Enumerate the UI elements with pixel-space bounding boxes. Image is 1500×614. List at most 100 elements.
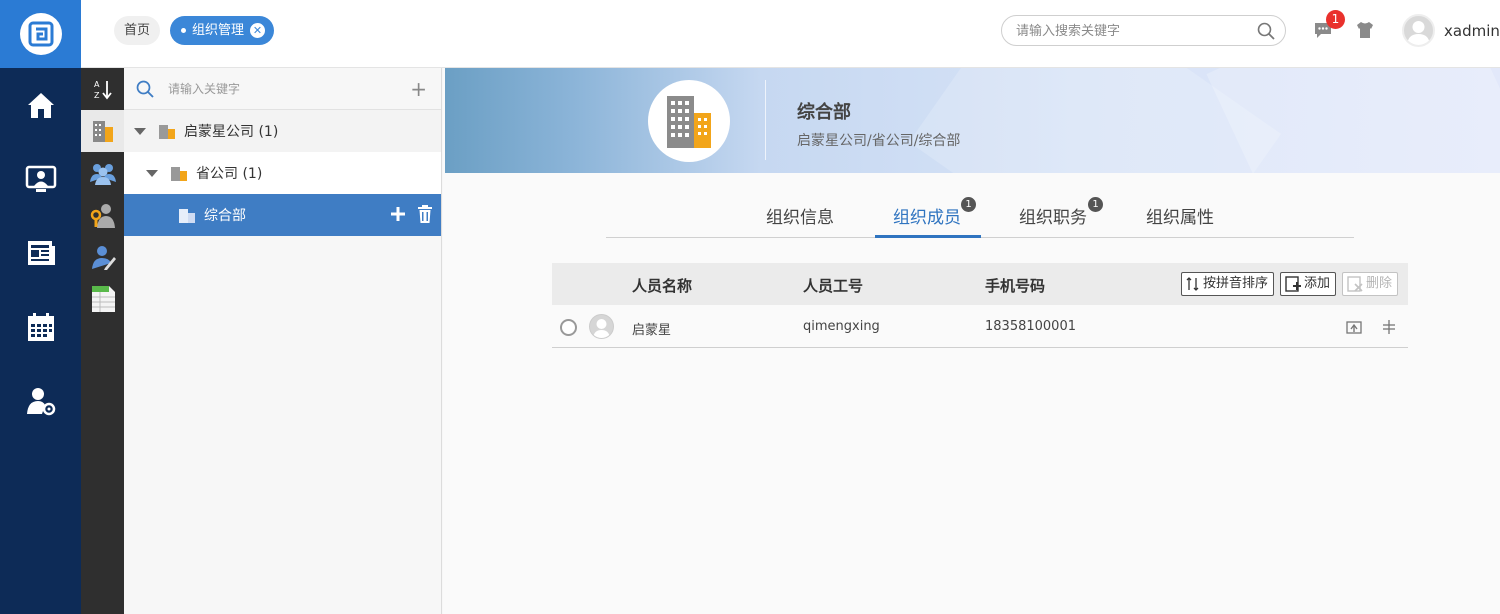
tab-org-members[interactable]: 组织成员 bbox=[893, 203, 961, 228]
tab-home[interactable]: 首页 bbox=[114, 16, 161, 45]
add-icon bbox=[1285, 276, 1301, 292]
sort-az-tool[interactable]: AZ bbox=[81, 68, 124, 110]
tree-node-label: 综合部 bbox=[204, 208, 246, 224]
tree-node-province[interactable]: 省公司 (1) bbox=[124, 152, 441, 194]
nav-news[interactable] bbox=[0, 216, 81, 290]
building-icon bbox=[179, 209, 195, 223]
active-tab-underline bbox=[875, 235, 981, 238]
group-tool[interactable] bbox=[81, 152, 124, 194]
user-edit-tool[interactable] bbox=[81, 236, 124, 278]
building-icon bbox=[92, 121, 113, 142]
nav-user-settings[interactable] bbox=[0, 364, 81, 438]
message-badge: 1 bbox=[1326, 10, 1345, 29]
nav-home[interactable] bbox=[0, 68, 81, 142]
close-icon[interactable]: ✕ bbox=[250, 23, 266, 38]
org-banner: 综合部 启蒙星公司/省公司/综合部 bbox=[445, 68, 1500, 173]
tree-search-box: + bbox=[124, 68, 441, 110]
move-up-icon[interactable] bbox=[1346, 319, 1362, 335]
user-monitor-icon bbox=[25, 165, 56, 192]
tab-badge: 1 bbox=[1088, 197, 1103, 212]
org-path: 启蒙星公司/省公司/综合部 bbox=[797, 133, 961, 149]
tool-column: AZ bbox=[81, 68, 124, 614]
top-bar: 首页 组织管理 ✕ 1 xadmin bbox=[81, 0, 1500, 68]
org-tree-panel: + 启蒙星公司 (1) 省公司 (1) 综合部 bbox=[124, 68, 442, 614]
calendar-icon bbox=[27, 313, 54, 341]
sheet-tool[interactable] bbox=[81, 278, 124, 320]
svg-text:A: A bbox=[94, 80, 100, 89]
delete-member-button[interactable]: 删除 bbox=[1342, 272, 1399, 296]
tab-org-attributes[interactable]: 组织属性 bbox=[1146, 203, 1214, 228]
table-row[interactable]: 启蒙星 qimengxing 18358100001 bbox=[552, 305, 1408, 348]
building-icon bbox=[159, 125, 175, 139]
table-header: 人员名称 人员工号 手机号码 按拼音排序 添加 删除 bbox=[552, 263, 1408, 305]
svg-text:Z: Z bbox=[94, 91, 100, 100]
tab-badge: 1 bbox=[961, 197, 976, 212]
drag-handle-icon[interactable] bbox=[1381, 319, 1397, 335]
add-node-icon[interactable]: + bbox=[410, 77, 427, 101]
avatar-icon bbox=[1407, 21, 1430, 45]
main-content: 综合部 启蒙星公司/省公司/综合部 组织信息 组织成员 1 组织职务 1 组织属… bbox=[443, 68, 1500, 614]
tree-node-label: 省公司 (1) bbox=[196, 166, 263, 182]
node-actions bbox=[389, 205, 433, 223]
org-name: 综合部 bbox=[797, 102, 851, 123]
user-avatar[interactable] bbox=[1402, 14, 1435, 47]
org-avatar bbox=[648, 80, 730, 162]
logo-icon bbox=[19, 13, 62, 55]
col-name: 人员名称 bbox=[632, 277, 693, 295]
plus-icon[interactable] bbox=[389, 205, 407, 223]
app-logo[interactable] bbox=[0, 0, 81, 68]
sort-pinyin-button[interactable]: 按拼音排序 bbox=[1181, 272, 1275, 296]
col-code: 人员工号 bbox=[803, 277, 864, 295]
member-name: 启蒙星 bbox=[632, 323, 672, 338]
org-tool[interactable] bbox=[81, 110, 124, 152]
role-key-tool[interactable] bbox=[81, 194, 124, 236]
member-code: qimengxing bbox=[803, 319, 880, 334]
nav-calendar[interactable] bbox=[0, 290, 81, 364]
sort-az-icon: AZ bbox=[94, 80, 112, 100]
tab-org-management[interactable]: 组织管理 ✕ bbox=[170, 16, 275, 45]
building-icon bbox=[667, 96, 711, 148]
tree-search-input[interactable] bbox=[168, 80, 398, 98]
caret-down-icon[interactable] bbox=[146, 169, 158, 177]
sort-pinyin-label: 按拼音排序 bbox=[1203, 276, 1269, 291]
user-group-icon bbox=[89, 164, 116, 185]
user-key-icon bbox=[90, 204, 115, 228]
avatar-icon bbox=[593, 319, 610, 338]
caret-down-icon[interactable] bbox=[134, 127, 146, 135]
nav-monitor[interactable] bbox=[0, 142, 81, 216]
col-phone: 手机号码 bbox=[985, 277, 1046, 295]
delete-member-label: 删除 bbox=[1366, 276, 1393, 291]
member-phone: 18358100001 bbox=[985, 319, 1076, 334]
tree-node-company[interactable]: 启蒙星公司 (1) bbox=[124, 110, 441, 152]
newspaper-icon bbox=[27, 241, 55, 265]
banner-decor bbox=[1206, 68, 1500, 173]
top-search-input[interactable] bbox=[1016, 22, 1246, 40]
tab-dot bbox=[181, 28, 186, 33]
tree-node-label: 启蒙星公司 (1) bbox=[184, 124, 279, 140]
members-table: 人员名称 人员工号 手机号码 按拼音排序 添加 删除 启蒙星 qimengxin… bbox=[552, 263, 1408, 348]
skin-shirt-icon[interactable] bbox=[1355, 21, 1375, 39]
sort-icon bbox=[1186, 277, 1199, 291]
username[interactable]: xadmin bbox=[1444, 22, 1500, 40]
user-gear-icon bbox=[26, 388, 55, 416]
left-nav bbox=[0, 0, 81, 614]
search-icon[interactable] bbox=[1257, 22, 1275, 40]
delete-icon bbox=[1347, 276, 1363, 292]
org-subtabs: 组织信息 组织成员 1 组织职务 1 组织属性 bbox=[606, 193, 1354, 238]
search-icon[interactable] bbox=[136, 80, 154, 98]
trash-icon[interactable] bbox=[417, 205, 433, 223]
add-member-label: 添加 bbox=[1304, 276, 1331, 291]
spreadsheet-icon bbox=[91, 286, 115, 312]
tab-org-info[interactable]: 组织信息 bbox=[766, 203, 834, 228]
tab-org-management-label: 组织管理 bbox=[192, 23, 245, 38]
building-icon bbox=[171, 167, 187, 181]
row-select-radio[interactable] bbox=[560, 319, 577, 336]
member-avatar bbox=[589, 314, 614, 339]
home-icon bbox=[27, 93, 54, 118]
tab-org-positions[interactable]: 组织职务 bbox=[1019, 203, 1087, 228]
tree-node-general-dept[interactable]: 综合部 bbox=[124, 194, 441, 236]
add-member-button[interactable]: 添加 bbox=[1280, 272, 1337, 296]
top-search-box bbox=[1001, 15, 1286, 46]
banner-divider bbox=[765, 80, 766, 160]
user-edit-icon bbox=[91, 246, 116, 270]
